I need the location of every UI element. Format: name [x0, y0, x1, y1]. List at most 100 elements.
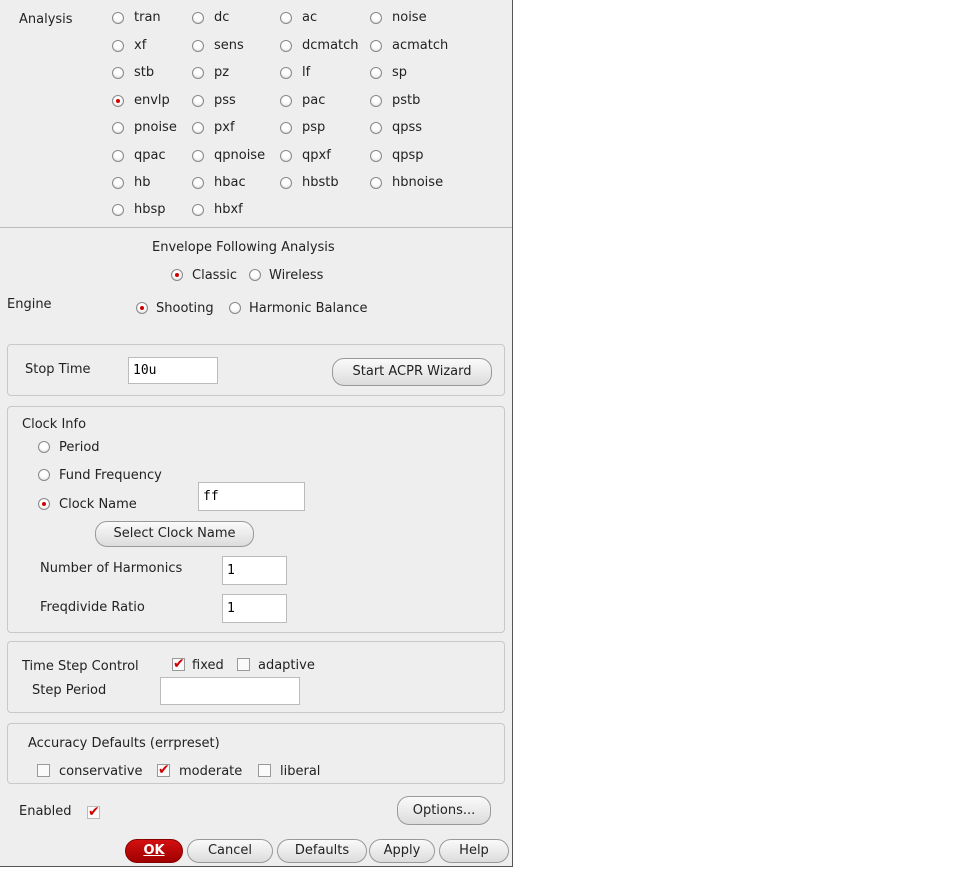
analysis-radio-lf[interactable] — [280, 67, 292, 79]
analysis-label-dcmatch: dcmatch — [302, 38, 359, 53]
analysis-label-stb: stb — [134, 65, 155, 80]
analysis-label-hb: hb — [134, 175, 151, 190]
freqdivide-label: Freqdivide Ratio — [40, 600, 145, 615]
classic-label: Classic — [192, 268, 237, 283]
period-radio[interactable] — [38, 441, 50, 453]
conservative-checkbox[interactable] — [37, 764, 50, 777]
freqdivide-input[interactable] — [222, 594, 287, 623]
analysis-radio-hbsp[interactable] — [112, 204, 124, 216]
analysis-radio-hbstb[interactable] — [280, 177, 292, 189]
fund-frequency-label: Fund Frequency — [59, 468, 162, 483]
adaptive-checkbox[interactable] — [237, 658, 250, 671]
analysis-label-sp: sp — [392, 65, 408, 80]
harmonics-label: Number of Harmonics — [40, 561, 183, 576]
analysis-radio-psp[interactable] — [280, 122, 292, 134]
clock-name-label: Clock Name — [59, 497, 137, 512]
analysis-label-pnoise: pnoise — [134, 120, 177, 135]
analysis-radio-dcmatch[interactable] — [280, 40, 292, 52]
defaults-button[interactable]: Defaults — [277, 839, 367, 863]
analysis-label-qpac: qpac — [134, 148, 166, 163]
enabled-label: Enabled — [19, 804, 72, 819]
step-period-label: Step Period — [32, 683, 107, 698]
analysis-label-pxf: pxf — [214, 120, 235, 135]
analysis-radio-sp[interactable] — [370, 67, 382, 79]
help-button[interactable]: Help — [439, 839, 509, 863]
fixed-label: fixed — [192, 658, 224, 673]
moderate-checkbox[interactable]: ✔ — [157, 763, 170, 777]
analysis-radio-sens[interactable] — [192, 40, 204, 52]
analysis-label-pac: pac — [302, 93, 326, 108]
stop-time-input[interactable] — [128, 357, 218, 384]
analysis-label-hbnoise: hbnoise — [392, 175, 444, 190]
envelope-title: Envelope Following Analysis — [152, 240, 335, 255]
analysis-radio-qpnoise[interactable] — [192, 150, 204, 162]
clock-info-title: Clock Info — [22, 417, 87, 432]
analysis-radio-acmatch[interactable] — [370, 40, 382, 52]
analysis-radio-qpac[interactable] — [112, 150, 124, 162]
conservative-label: conservative — [59, 764, 143, 779]
apply-button[interactable]: Apply — [369, 839, 435, 863]
analysis-label-qpsp: qpsp — [392, 148, 424, 163]
analysis-label-hbstb: hbstb — [302, 175, 339, 190]
analysis-radio-pz[interactable] — [192, 67, 204, 79]
analysis-radio-hbnoise[interactable] — [370, 177, 382, 189]
analysis-radio-pnoise[interactable] — [112, 122, 124, 134]
analysis-radio-xf[interactable] — [112, 40, 124, 52]
analysis-label-xf: xf — [134, 38, 147, 53]
liberal-label: liberal — [280, 764, 321, 779]
analysis-label-pss: pss — [214, 93, 236, 108]
harmonics-input[interactable] — [222, 556, 287, 585]
step-period-input[interactable] — [160, 677, 300, 705]
analysis-label-qpxf: qpxf — [302, 148, 331, 163]
enabled-checkbox[interactable]: ✔ — [87, 805, 100, 819]
analysis-radio-pac[interactable] — [280, 95, 292, 107]
shooting-label: Shooting — [156, 301, 214, 316]
fund-frequency-radio[interactable] — [38, 469, 50, 481]
divider — [0, 227, 512, 228]
harmonic-balance-radio[interactable] — [229, 302, 241, 314]
select-clock-name-button[interactable]: Select Clock Name — [95, 521, 254, 547]
analysis-label-lf: lf — [302, 65, 311, 80]
wireless-label: Wireless — [269, 268, 324, 283]
analysis-label-noise: noise — [392, 10, 427, 25]
envelope-analysis-dialog: Analysis tran dc ac noise xf sens dcmatch acmat… — [0, 0, 513, 867]
analysis-label-qpnoise: qpnoise — [214, 148, 266, 163]
ok-label: OK — [143, 843, 165, 858]
analysis-label-hbac: hbac — [214, 175, 246, 190]
analysis-radio-tran[interactable] — [112, 12, 124, 24]
analysis-label-envlp: envlp — [134, 93, 170, 108]
start-acpr-wizard-button[interactable]: Start ACPR Wizard — [332, 358, 492, 386]
analysis-radio-envlp[interactable] — [112, 95, 124, 107]
analysis-radio-ac[interactable] — [280, 12, 292, 24]
analysis-radio-stb[interactable] — [112, 67, 124, 79]
time-step-control-label: Time Step Control — [22, 659, 139, 674]
analysis-radio-qpxf[interactable] — [280, 150, 292, 162]
analysis-radio-qpsp[interactable] — [370, 150, 382, 162]
period-label: Period — [59, 440, 100, 455]
analysis-radio-hbac[interactable] — [192, 177, 204, 189]
fixed-checkbox[interactable]: ✔ — [172, 657, 185, 671]
analysis-radio-pss[interactable] — [192, 95, 204, 107]
analysis-radio-hb[interactable] — [112, 177, 124, 189]
shooting-radio[interactable] — [136, 302, 148, 314]
analysis-radio-hbxf[interactable] — [192, 204, 204, 216]
analysis-label-sens: sens — [214, 38, 244, 53]
classic-radio[interactable] — [171, 269, 183, 281]
stop-time-label: Stop Time — [25, 362, 91, 377]
wireless-radio[interactable] — [249, 269, 261, 281]
analysis-radio-qpss[interactable] — [370, 122, 382, 134]
analysis-radio-noise[interactable] — [370, 12, 382, 24]
analysis-radio-pxf[interactable] — [192, 122, 204, 134]
options-button[interactable]: Options... — [397, 796, 491, 825]
liberal-checkbox[interactable] — [258, 764, 271, 777]
analysis-radio-dc[interactable] — [192, 12, 204, 24]
clock-name-radio[interactable] — [38, 498, 50, 510]
analysis-label-psp: psp — [302, 120, 326, 135]
clock-name-input[interactable] — [198, 482, 305, 511]
analysis-label-acmatch: acmatch — [392, 38, 449, 53]
analysis-radio-pstb[interactable] — [370, 95, 382, 107]
harmonic-balance-label: Harmonic Balance — [249, 301, 368, 316]
ok-button[interactable]: OK — [125, 839, 183, 863]
cancel-button[interactable]: Cancel — [187, 839, 273, 863]
analysis-label-pz: pz — [214, 65, 230, 80]
